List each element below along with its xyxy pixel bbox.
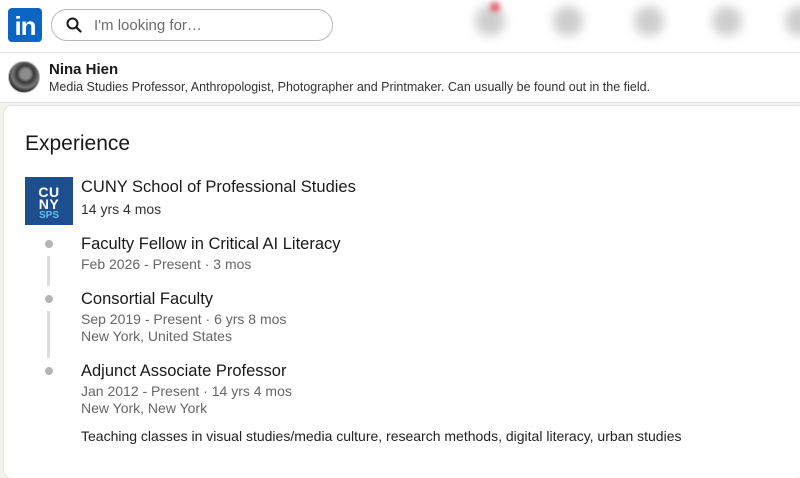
search-bar[interactable] [51,9,333,41]
role-title[interactable]: Adjunct Associate Professor [81,362,286,381]
linkedin-logo[interactable]: in [8,8,42,42]
company-logo-text: CU [38,184,60,200]
role-location: New York, New York [81,400,208,416]
notification-badge [490,2,500,12]
top-nav-bar: in [0,0,800,53]
company-logo-text: NY [38,196,60,212]
messaging-icon[interactable] [712,6,742,36]
role-title[interactable]: Consortial Faculty [81,290,213,309]
jobs-icon[interactable] [634,6,664,36]
role-description: Teaching classes in visual studies/media… [81,428,682,444]
search-input[interactable] [92,15,306,35]
company-logo-text: SPS [38,210,59,221]
timeline-dot [45,240,53,248]
role-dates: Jan 2012 - Present · 14 yrs 4 mos [81,383,292,399]
notifications-icon[interactable] [785,6,800,36]
network-icon[interactable] [553,6,583,36]
avatar[interactable] [8,61,40,93]
role-dates: Feb 2026 - Present · 3 mos [81,256,252,272]
timeline-dot [45,367,53,375]
timeline-dot [45,295,53,303]
home-icon[interactable] [475,6,505,36]
profile-name[interactable]: Nina Hien [49,61,118,78]
section-title: Experience [25,132,131,155]
profile-headline: Media Studies Professor, Anthropologist,… [49,80,651,94]
role-dates: Sep 2019 - Present · 6 yrs 8 mos [81,311,287,327]
search-icon [66,17,82,33]
timeline-line [47,311,50,358]
timeline-line [47,256,50,286]
profile-header: Nina Hien Media Studies Professor, Anthr… [0,53,800,103]
role-location: New York, United States [81,328,232,344]
company-logo[interactable]: CU NY SPS [25,177,73,225]
role-title[interactable]: Faculty Fellow in Critical AI Literacy [81,235,341,254]
company-name[interactable]: CUNY School of Professional Studies [81,178,356,197]
experience-card: Experience CU NY SPS CUNY School of Prof… [4,106,800,478]
company-duration: 14 yrs 4 mos [81,201,162,217]
